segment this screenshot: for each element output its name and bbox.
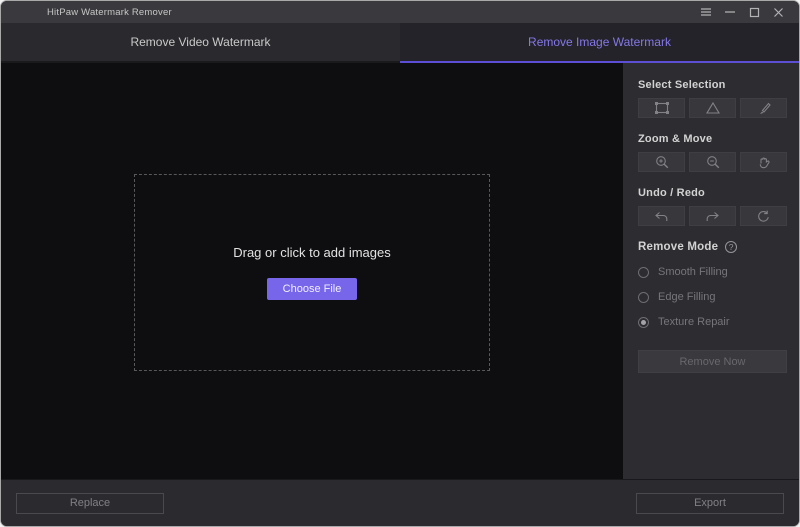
tab-remove-video-watermark[interactable]: Remove Video Watermark [1, 23, 400, 63]
brush-icon [756, 101, 772, 115]
remove-now-button[interactable]: Remove Now [638, 350, 787, 373]
choose-file-button[interactable]: Choose File [267, 278, 357, 300]
dropzone-hint-text: Drag or click to add images [233, 245, 391, 260]
undo-redo-title: Undo / Redo [638, 187, 787, 199]
radio-circle-selected-icon [638, 317, 649, 328]
radio-circle-icon [638, 292, 649, 303]
radio-circle-icon [638, 267, 649, 278]
main-area: Drag or click to add images Choose File … [1, 63, 799, 479]
close-icon[interactable] [769, 4, 787, 20]
help-icon[interactable]: ? [725, 241, 737, 253]
menu-icon[interactable] [697, 4, 715, 20]
tab-label: Remove Video Watermark [130, 35, 270, 49]
redo-button[interactable] [689, 206, 736, 226]
selection-tool-row [638, 98, 787, 118]
brush-button[interactable] [740, 98, 787, 118]
radio-texture-repair[interactable]: Texture Repair [638, 316, 787, 328]
polygon-select-icon [705, 101, 721, 115]
reset-icon [756, 209, 771, 223]
tab-label: Remove Image Watermark [528, 35, 671, 49]
radio-label: Edge Filling [658, 291, 715, 303]
title-bar: HitPaw Watermark Remover [1, 1, 799, 23]
window-controls [697, 4, 787, 20]
app-window: HitPaw Watermark Remover Remove Video Wa… [0, 0, 800, 527]
undo-redo-tool-row [638, 206, 787, 226]
window-title: HitPaw Watermark Remover [47, 7, 172, 18]
radio-smooth-filling[interactable]: Smooth Filling [638, 266, 787, 278]
zoom-out-icon [705, 155, 721, 170]
zoom-in-icon [654, 155, 670, 170]
tab-remove-image-watermark[interactable]: Remove Image Watermark [400, 23, 799, 63]
radio-label: Smooth Filling [658, 266, 728, 278]
hand-icon [756, 155, 771, 170]
replace-button[interactable]: Replace [16, 493, 164, 514]
zoom-move-title: Zoom & Move [638, 133, 787, 145]
minimize-icon[interactable] [721, 4, 739, 20]
file-dropzone[interactable]: Drag or click to add images Choose File [134, 174, 490, 371]
radio-label: Texture Repair [658, 316, 730, 328]
tools-sidebar: Select Selection [623, 63, 799, 479]
undo-icon [653, 210, 670, 223]
maximize-icon[interactable] [745, 4, 763, 20]
remove-mode-title: Remove Mode [638, 241, 718, 253]
remove-mode-header: Remove Mode ? [638, 241, 787, 253]
reset-button[interactable] [740, 206, 787, 226]
redo-icon [704, 210, 721, 223]
polygon-select-button[interactable] [689, 98, 736, 118]
radio-edge-filling[interactable]: Edge Filling [638, 291, 787, 303]
rect-select-icon [652, 101, 672, 115]
rect-select-button[interactable] [638, 98, 685, 118]
export-button[interactable]: Export [636, 493, 784, 514]
image-canvas: Drag or click to add images Choose File [1, 63, 623, 479]
hand-button[interactable] [740, 152, 787, 172]
footer-bar: Replace Export [1, 479, 799, 526]
zoom-move-tool-row [638, 152, 787, 172]
tab-bar: Remove Video Watermark Remove Image Wate… [1, 23, 799, 63]
undo-button[interactable] [638, 206, 685, 226]
select-selection-title: Select Selection [638, 79, 787, 91]
zoom-out-button[interactable] [689, 152, 736, 172]
zoom-in-button[interactable] [638, 152, 685, 172]
